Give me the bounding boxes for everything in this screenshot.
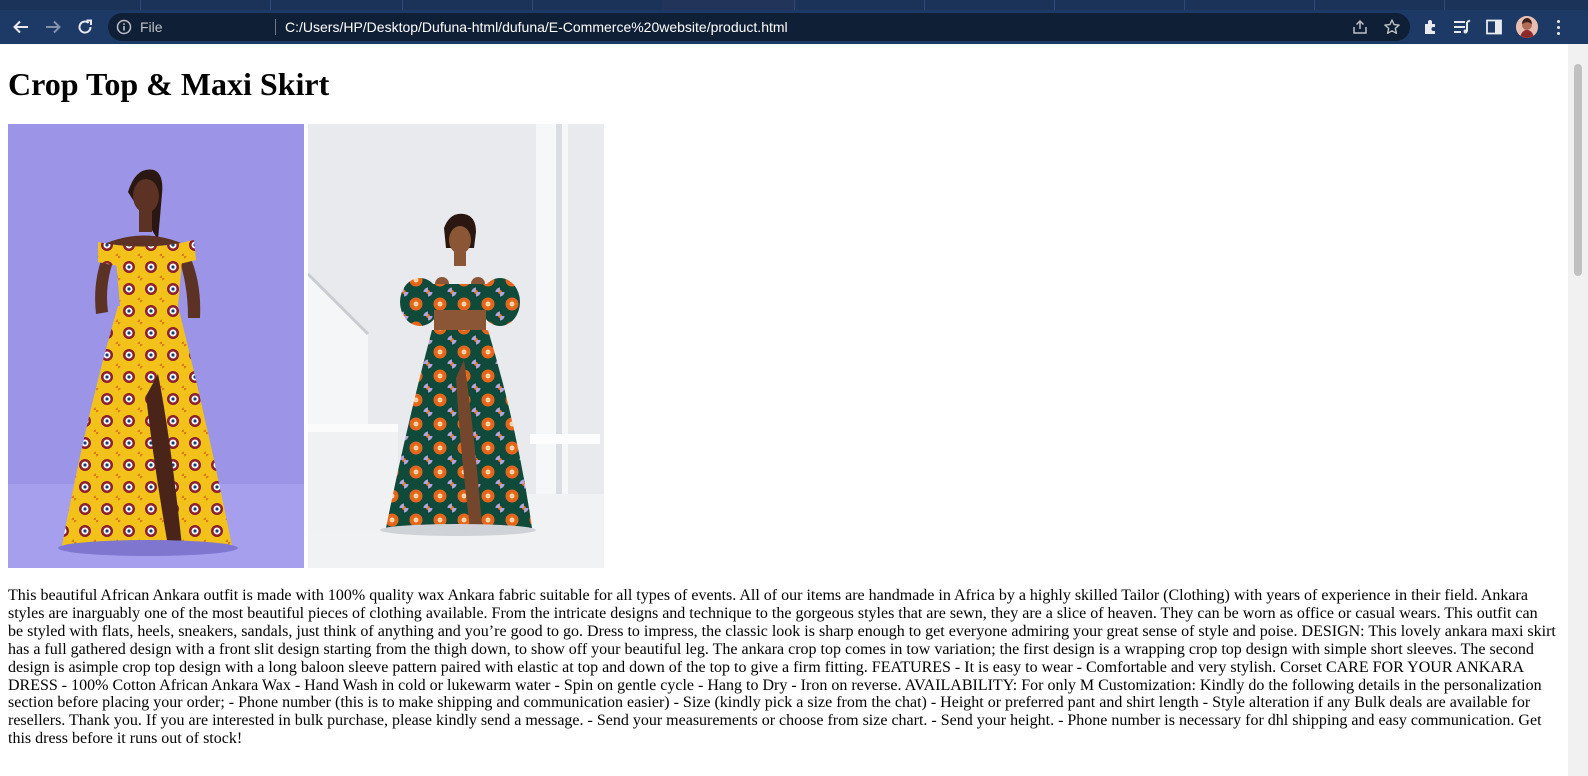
address-separator bbox=[275, 19, 276, 35]
vertical-scrollbar[interactable] bbox=[1568, 44, 1588, 776]
forward-button[interactable] bbox=[41, 15, 65, 39]
share-icon[interactable] bbox=[1351, 18, 1369, 36]
browser-tab-active[interactable] bbox=[662, 0, 795, 10]
browser-tab[interactable] bbox=[794, 0, 925, 10]
product-image-yellow-dress bbox=[8, 124, 304, 568]
star-icon[interactable] bbox=[1383, 18, 1401, 36]
media-queue-icon[interactable] bbox=[1452, 17, 1472, 37]
browser-tab[interactable] bbox=[1184, 0, 1315, 10]
browser-tab[interactable] bbox=[140, 0, 271, 10]
kebab-menu-icon[interactable] bbox=[1553, 14, 1563, 40]
browser-tab[interactable] bbox=[1314, 0, 1445, 10]
browser-tab[interactable] bbox=[924, 0, 1055, 10]
side-panel-icon[interactable] bbox=[1484, 17, 1504, 37]
product-image-crop-top-set bbox=[308, 124, 604, 568]
info-circle-icon[interactable] bbox=[116, 19, 132, 35]
puzzle-icon[interactable] bbox=[1421, 17, 1441, 37]
back-button[interactable] bbox=[9, 15, 33, 39]
reload-button[interactable] bbox=[73, 15, 97, 39]
browser-tab[interactable] bbox=[402, 0, 533, 10]
page-content: Crop Top & Maxi Skirt This beautiful Afr… bbox=[0, 44, 1568, 776]
browser-tab-strip bbox=[0, 0, 1588, 10]
browser-tab[interactable] bbox=[1054, 0, 1185, 10]
avatar[interactable] bbox=[1516, 16, 1538, 38]
scheme-label: File bbox=[140, 19, 163, 35]
browser-toolbar: File C:/Users/HP/Desktop/Dufuna-html/duf… bbox=[0, 10, 1588, 44]
reload-icon bbox=[78, 19, 92, 34]
browser-tab[interactable] bbox=[1444, 0, 1588, 10]
url-text[interactable]: C:/Users/HP/Desktop/Dufuna-html/dufuna/E… bbox=[285, 18, 788, 36]
browser-tab[interactable] bbox=[270, 0, 403, 10]
browser-tab[interactable] bbox=[0, 0, 141, 10]
arrow-right-icon bbox=[46, 20, 61, 34]
browser-tab[interactable] bbox=[532, 0, 663, 10]
product-title: Crop Top & Maxi Skirt bbox=[8, 66, 330, 102]
arrow-left-icon bbox=[13, 20, 28, 34]
scrollbar-thumb[interactable] bbox=[1574, 64, 1582, 276]
product-description: This beautiful African Ankara outfit is … bbox=[8, 587, 1556, 748]
address-bar[interactable]: File C:/Users/HP/Desktop/Dufuna-html/duf… bbox=[108, 13, 1410, 41]
